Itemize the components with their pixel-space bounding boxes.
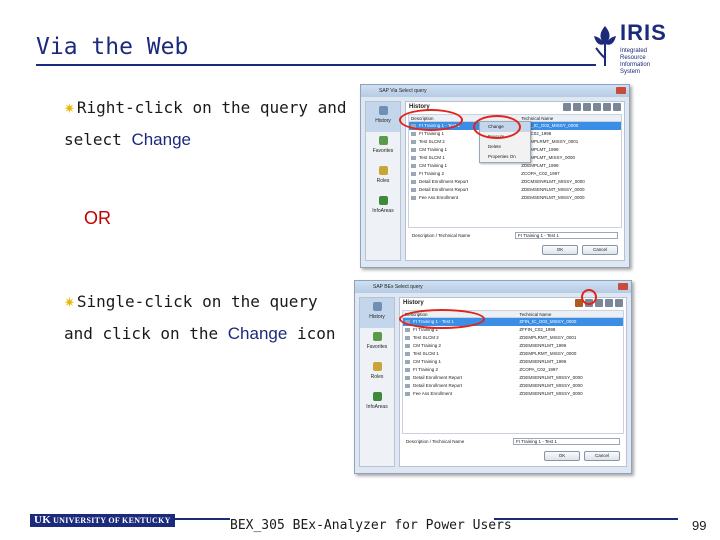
toolbar-button-icon[interactable] bbox=[583, 103, 591, 111]
infoareas-icon bbox=[378, 196, 388, 205]
bullet-single-click: ✷ Single-click on the query and click on … bbox=[64, 286, 354, 350]
table-row[interactable]: Detail Enrollment Report ZDEMSENRLMT_MISS… bbox=[403, 374, 623, 382]
table-row[interactable]: Detail Enrollment Report ZDEMSENRLMT_MISS… bbox=[409, 186, 621, 194]
bullet1-text: Right-click on the query and select bbox=[64, 98, 347, 149]
sidebar-item-roles[interactable]: Roles bbox=[366, 162, 400, 192]
favorites-icon bbox=[378, 136, 388, 145]
description-label: Description / Technical Name bbox=[406, 439, 465, 444]
highlight-oval bbox=[473, 115, 521, 139]
description-row: Description / Technical Name FI Training… bbox=[406, 437, 620, 446]
highlight-oval bbox=[399, 309, 485, 329]
table-row[interactable]: Fee Ass Enrollment ZDEMSENRLMT_MISSY_0000 bbox=[409, 194, 621, 202]
ok-button[interactable]: OK bbox=[544, 451, 580, 461]
column-header[interactable]: Technical Name bbox=[519, 115, 621, 121]
highlight-oval bbox=[399, 109, 463, 131]
favorites-icon bbox=[372, 332, 382, 341]
university-logo: UK UNIVERSITY OF KENTUCKY bbox=[30, 514, 175, 527]
table-row[interactable]: Test SLCM 1 ZDEMPLRMT_MISSY_0000 bbox=[403, 350, 623, 358]
close-icon[interactable] bbox=[616, 87, 626, 94]
description-field[interactable]: FI Training 1 - Test 1 bbox=[513, 438, 620, 445]
sidebar-item-history[interactable]: History bbox=[366, 102, 400, 132]
toolbar bbox=[563, 103, 621, 112]
table-row[interactable]: FI Training 2 ZCOPA_C02_1997 bbox=[409, 170, 621, 178]
history-icon bbox=[372, 302, 382, 311]
sidebar-item-infoareas[interactable]: InfoAreas bbox=[366, 192, 400, 222]
bullet1-keyword: Change bbox=[131, 130, 191, 149]
toolbar-button-icon[interactable] bbox=[605, 299, 613, 307]
menu-item-properties[interactable]: Properties On bbox=[480, 152, 530, 162]
footer-course: BEX_305 BEx-Analyzer for Power Users bbox=[230, 518, 512, 533]
sidebar-item-roles[interactable]: Roles bbox=[360, 358, 394, 388]
table-row[interactable]: CM Training 2 ZDEMSENRLMT_1999 bbox=[403, 342, 623, 350]
page-number: 99 bbox=[692, 518, 707, 533]
table-row[interactable]: Detail Enrollment Report ZDCMSENRLMT_MISS… bbox=[409, 178, 621, 186]
footer-rule bbox=[494, 518, 678, 520]
bullet-right-click: ✷ Right-click on the query and select Cha… bbox=[64, 92, 354, 156]
table-row[interactable]: Test SLCM 2 ZDEMPLRMT_MISSY_0001 bbox=[403, 334, 623, 342]
description-label: Description / Technical Name bbox=[412, 233, 471, 238]
logo-word: IRIS bbox=[620, 20, 667, 45]
footer-rule bbox=[175, 518, 230, 520]
table-row[interactable]: Fee Ass Enrollment ZDEMSENRLMT_MISSY_0000 bbox=[403, 390, 623, 398]
select-query-dialog-1: SAP Via Select query History Favorites R… bbox=[360, 84, 630, 268]
dialog-sidebar: History Favorites Roles InfoAreas bbox=[365, 101, 401, 261]
highlight-oval bbox=[581, 289, 597, 305]
infoareas-icon bbox=[372, 392, 382, 401]
sidebar-item-history[interactable]: History bbox=[360, 298, 394, 328]
toolbar-button-icon[interactable] bbox=[573, 103, 581, 111]
sidebar-item-infoareas[interactable]: InfoAreas bbox=[360, 388, 394, 418]
table-row[interactable]: CM Training 1 ZDEMPLMT_1999 bbox=[409, 162, 621, 170]
toolbar-button-icon[interactable] bbox=[593, 103, 601, 111]
toolbar-button-icon[interactable] bbox=[603, 103, 611, 111]
dialog-sidebar: History Favorites Roles InfoAreas bbox=[359, 297, 395, 467]
dialog-titlebar: SAP Via Select query bbox=[361, 85, 629, 97]
history-icon bbox=[378, 106, 388, 115]
iris-logo: IRIS Integrated Resource Information Sys… bbox=[590, 18, 670, 75]
roles-icon bbox=[372, 362, 382, 371]
menu-item-delete[interactable]: Delete bbox=[480, 142, 530, 152]
toolbar-button-icon[interactable] bbox=[613, 103, 621, 111]
bullet2-post: icon bbox=[287, 324, 336, 343]
or-separator: OR bbox=[84, 208, 111, 228]
description-field[interactable]: FI Training 1 - Test 1 bbox=[515, 232, 618, 239]
description-row: Description / Technical Name FI Training… bbox=[412, 231, 618, 240]
bullet-star-icon: ✷ bbox=[64, 97, 75, 118]
sidebar-item-favorites[interactable]: Favorites bbox=[366, 132, 400, 162]
table-row[interactable]: CM Training 1 ZDEMSENRLMT_1999 bbox=[403, 358, 623, 366]
bullet-star-icon: ✷ bbox=[64, 291, 75, 312]
column-header[interactable]: Technical Name bbox=[517, 311, 623, 317]
ok-button[interactable]: OK bbox=[542, 245, 578, 255]
close-icon[interactable] bbox=[618, 283, 628, 290]
cancel-button[interactable]: Cancel bbox=[582, 245, 618, 255]
roles-icon bbox=[378, 166, 388, 175]
cancel-button[interactable]: Cancel bbox=[584, 451, 620, 461]
select-query-dialog-2: SAP BEx Select query History Favorites R… bbox=[354, 280, 632, 474]
bullet2-keyword: Change bbox=[227, 324, 288, 343]
title-rule bbox=[36, 64, 596, 66]
slide-title: Via the Web bbox=[36, 34, 189, 60]
iris-flower-icon bbox=[594, 26, 616, 66]
toolbar-button-icon[interactable] bbox=[563, 103, 571, 111]
sidebar-item-favorites[interactable]: Favorites bbox=[360, 328, 394, 358]
logo-subtitle: Integrated Resource Information System bbox=[620, 48, 651, 75]
table-row[interactable]: Detail Enrollment Report ZDEMSENRLMT_MISS… bbox=[403, 382, 623, 390]
toolbar-button-icon[interactable] bbox=[615, 299, 623, 307]
table-row[interactable]: FI Training 2 ZCOPA_C02_1997 bbox=[403, 366, 623, 374]
